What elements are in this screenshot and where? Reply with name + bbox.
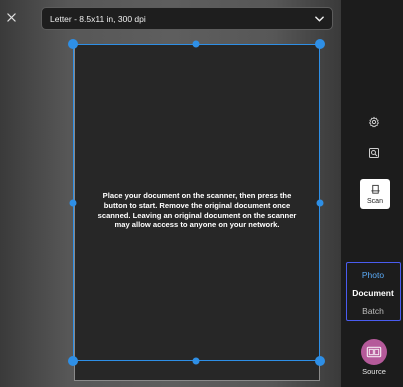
crop-handle-bottom-left[interactable] [68, 356, 78, 366]
source-label: Source [362, 367, 386, 376]
crop-handle-bottom-right[interactable] [315, 356, 325, 366]
gear-icon [369, 116, 379, 128]
crop-handle-right[interactable] [316, 199, 324, 207]
mode-document[interactable]: Document [347, 288, 399, 298]
close-icon [6, 12, 16, 22]
scan-instructions: Place your document on the scanner, then… [97, 191, 297, 230]
zoom-button[interactable] [366, 145, 382, 161]
crop-handle-left[interactable] [69, 199, 77, 207]
crop-handle-bottom[interactable] [192, 357, 200, 365]
mode-photo[interactable]: Photo [347, 270, 399, 280]
crop-handle-top[interactable] [192, 40, 200, 48]
scan-icon [370, 184, 380, 194]
scan-mode-picker: Photo Document Batch [346, 262, 401, 321]
scanner-source-icon [366, 346, 382, 358]
scan-button-label: Scan [367, 197, 383, 205]
source-button[interactable] [361, 339, 387, 365]
scan-preset-select[interactable]: Letter - 8.5x11 in, 300 dpi [41, 7, 333, 30]
settings-button[interactable] [366, 114, 382, 130]
close-button[interactable] [2, 8, 20, 26]
zoom-icon [369, 148, 379, 158]
mode-batch[interactable]: Batch [347, 306, 399, 316]
chevron-down-icon [314, 13, 325, 24]
crop-handle-top-right[interactable] [315, 39, 325, 49]
scan-preset-value: Letter - 8.5x11 in, 300 dpi [50, 13, 146, 24]
crop-handle-top-left[interactable] [68, 39, 78, 49]
scan-button[interactable]: Scan [360, 179, 390, 209]
